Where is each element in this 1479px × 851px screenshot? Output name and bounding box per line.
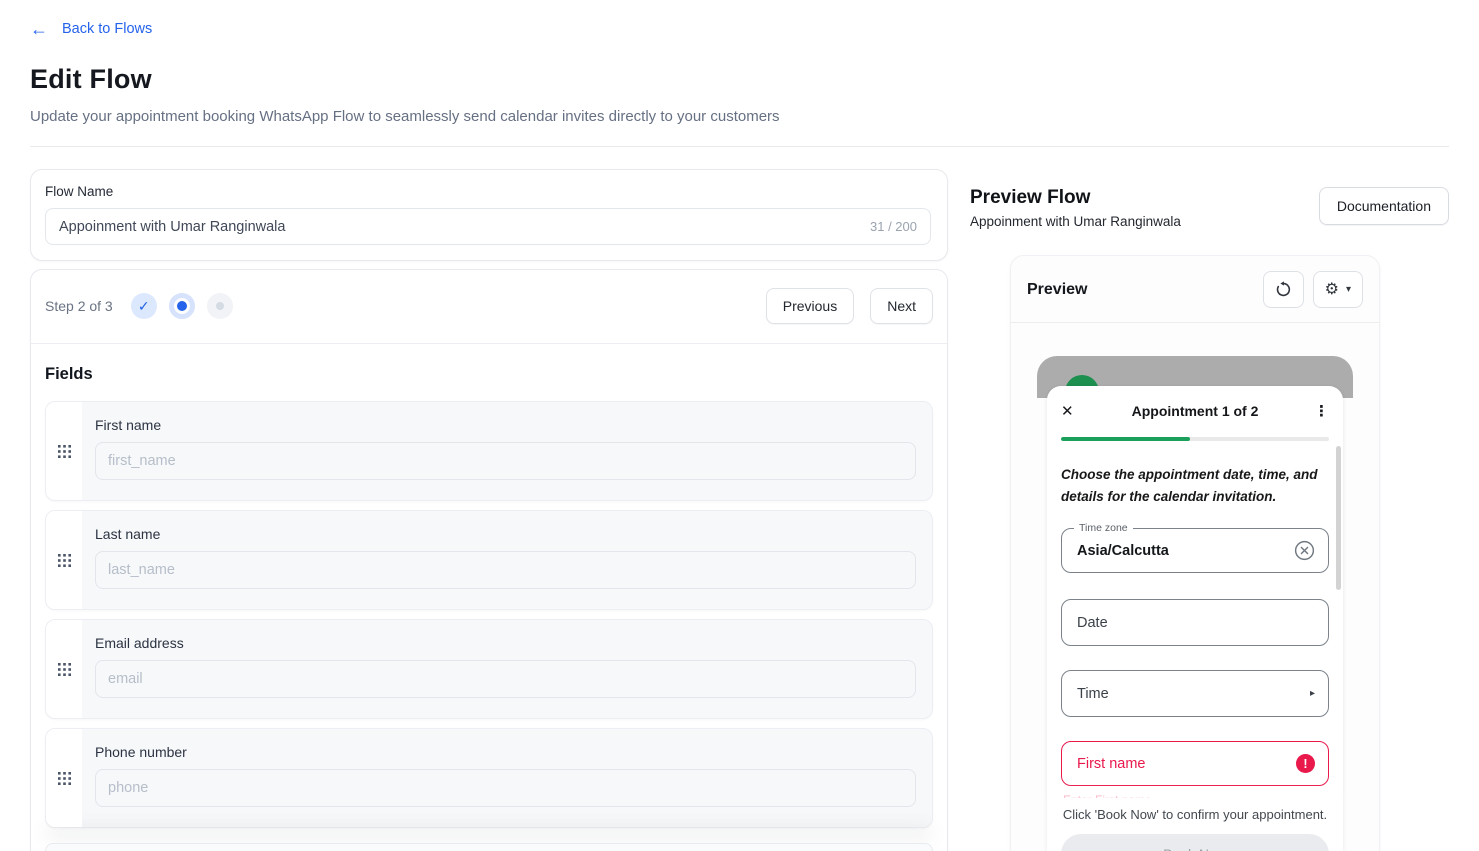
back-link-label: Back to Flows (62, 21, 152, 37)
flow-name-input[interactable] (59, 219, 870, 235)
drag-handle[interactable] (46, 402, 82, 500)
flow-name-label: Flow Name (45, 184, 931, 199)
grip-dots-icon (58, 772, 71, 785)
flow-name-inputwrap: 31 / 200 (45, 208, 931, 245)
documentation-button[interactable]: Documentation (1319, 187, 1449, 225)
back-arrow-icon: ← (30, 20, 48, 38)
grip-dots-icon (58, 554, 71, 567)
timezone-label: Time zone (1074, 522, 1133, 534)
field-card-first-name: First name (45, 401, 933, 501)
footer-caption: Click 'Book Now' to confirm your appoint… (1061, 807, 1329, 822)
date-field[interactable]: Date (1061, 599, 1329, 646)
progress-fill (1061, 437, 1190, 441)
step-1-complete-indicator[interactable]: ✓ (131, 293, 157, 319)
field-key-input[interactable] (108, 453, 903, 469)
field-card-phone: Phone number (45, 728, 933, 828)
check-icon: ✓ (138, 298, 150, 315)
chevron-right-icon: ▸ (1310, 688, 1315, 699)
flow-screen-title: Appointment 1 of 2 (1083, 403, 1307, 419)
settings-dropdown-button[interactable]: ⚙ ▾ (1313, 271, 1363, 308)
field-label: First name (95, 417, 916, 433)
time-label: Time (1077, 686, 1310, 702)
date-label: Date (1077, 615, 1315, 631)
field-card-next-partial (45, 843, 933, 851)
gear-icon: ⚙ (1325, 282, 1339, 298)
preview-card: Preview ⚙ ▾ (1010, 255, 1380, 851)
drag-handle[interactable] (46, 729, 82, 827)
page-title: Edit Flow (30, 64, 1449, 95)
active-dot (177, 301, 187, 311)
step-indicators: ✓ (131, 293, 233, 319)
first-name-error-field[interactable]: First name ! (1061, 741, 1329, 786)
close-icon[interactable]: ✕ (1061, 402, 1083, 420)
grip-dots-icon (58, 445, 71, 458)
char-counter: 31 / 200 (870, 219, 917, 234)
step-label: Step 2 of 3 (45, 298, 113, 314)
back-link[interactable]: ← Back to Flows (30, 20, 1449, 38)
caret-down-icon: ▾ (1346, 284, 1351, 295)
steps-card: Step 2 of 3 ✓ Previous Next Fields (30, 269, 948, 851)
editor-column: Flow Name 31 / 200 Step 2 of 3 ✓ Previou… (30, 169, 948, 851)
first-name-label: First name (1077, 756, 1296, 772)
field-label: Phone number (95, 744, 916, 760)
field-label: Last name (95, 526, 916, 542)
field-key-input[interactable] (108, 562, 903, 578)
todo-dot (216, 302, 224, 310)
preview-column: Preview Flow Appoinment with Umar Rangin… (970, 169, 1449, 851)
field-key-input[interactable] (108, 780, 903, 796)
field-label: Email address (95, 635, 916, 651)
flow-name-card: Flow Name 31 / 200 (30, 169, 948, 261)
field-key-input[interactable] (108, 671, 903, 687)
intro-text: Choose the appointment date, time, and d… (1061, 464, 1329, 507)
preview-flow-subtitle: Appoinment with Umar Ranginwala (970, 214, 1181, 229)
step-3-upcoming-indicator[interactable] (207, 293, 233, 319)
field-card-last-name: Last name (45, 510, 933, 610)
grip-dots-icon (58, 663, 71, 676)
step-2-active-indicator[interactable] (169, 293, 195, 319)
refresh-icon (1275, 281, 1292, 298)
preview-card-title: Preview (1027, 281, 1087, 299)
next-button[interactable]: Next (870, 288, 933, 324)
progress-bar (1061, 437, 1329, 441)
field-list: First name Last name (45, 401, 933, 851)
whatsapp-flow-sheet: ✕ Appointment 1 of 2 ⋮ Choose the appoin… (1047, 386, 1343, 851)
clear-icon[interactable] (1294, 540, 1315, 561)
sheet-scrollbar[interactable] (1336, 446, 1341, 590)
sheet-footer: Click 'Book Now' to confirm your appoint… (1047, 798, 1343, 851)
kebab-menu-icon[interactable]: ⋮ (1307, 402, 1329, 420)
time-field[interactable]: Time ▸ (1061, 670, 1329, 717)
book-now-button[interactable]: Book Now (1061, 834, 1329, 851)
drag-handle[interactable] (46, 620, 82, 718)
previous-button[interactable]: Previous (766, 288, 854, 324)
drag-handle[interactable] (46, 511, 82, 609)
field-card-email: Email address (45, 619, 933, 719)
refresh-button[interactable] (1263, 271, 1304, 308)
fields-heading: Fields (45, 365, 933, 384)
phone-mockup: ✕ Appointment 1 of 2 ⋮ Choose the appoin… (1037, 356, 1353, 851)
timezone-field[interactable]: Time zone Asia/Calcutta (1061, 528, 1329, 573)
page-header: ← Back to Flows Edit Flow Update your ap… (0, 0, 1479, 147)
error-icon: ! (1296, 754, 1315, 773)
timezone-value: Asia/Calcutta (1077, 543, 1294, 559)
preview-flow-title: Preview Flow (970, 187, 1181, 209)
page-subtitle: Update your appointment booking WhatsApp… (30, 108, 1449, 125)
step-divider (31, 343, 947, 344)
error-helper-clipped: Enter First name (1061, 791, 1329, 798)
